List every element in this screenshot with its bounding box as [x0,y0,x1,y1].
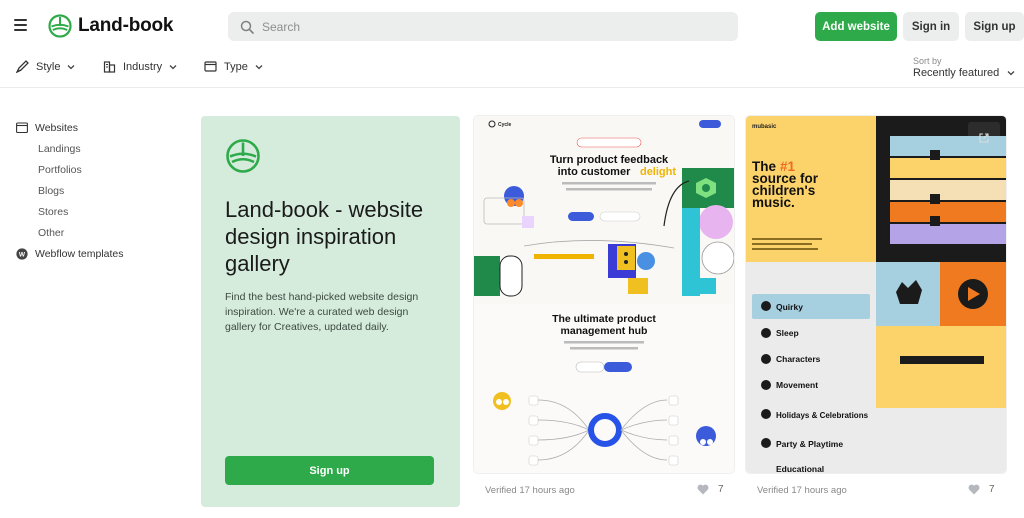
mubasic-brand: mubasic [752,124,777,130]
mubasic-preview: mubasic The #1 source for children's mus… [746,116,1006,473]
sidebar-item-other[interactable]: Other [38,227,64,239]
add-website-button[interactable]: Add website [815,12,897,41]
like-button[interactable]: 7 [697,484,724,495]
chevron-down-icon [68,64,75,69]
cycle-headline-2: into customer [558,166,631,178]
cycle-headline-1: Turn product feedback [550,154,669,166]
style-filter-label: Style [36,60,61,73]
sort-dropdown[interactable]: Sort by Recently featured [913,56,1015,79]
sidebar-item-webflow[interactable]: W Webflow templates [16,248,124,260]
like-button[interactable]: 7 [968,484,995,495]
land-book-logo-icon [48,14,72,38]
sidebar-item-landings[interactable]: Landings [38,143,81,155]
search-icon [240,20,254,34]
heart-icon [968,484,980,495]
buildings-icon [103,61,116,73]
sort-value-row: Recently featured [913,67,1015,79]
genre-movement: Movement [776,380,818,390]
sort-value: Recently featured [913,67,1000,79]
card-verified-time: Verified 17 hours ago [485,485,575,496]
genre-holidays: Holidays & Celebrations [776,411,869,420]
genre-quirky: Quirky [776,302,803,312]
sidebar-item-label: Websites [35,122,78,134]
top-header: Land-book Add website Sign in Sign up [0,0,1024,52]
webflow-icon: W [16,248,28,260]
genre-party: Party & Playtime [776,439,843,449]
website-card-mubasic[interactable]: mubasic The #1 source for children's mus… [746,116,1006,473]
sort-label: Sort by [913,56,942,66]
cycle-headline-accent: delight [640,166,676,178]
sign-in-button[interactable]: Sign in [903,12,959,41]
cycle-preview: Cycle Turn product feedback into custome… [474,116,734,473]
like-count: 7 [989,484,995,495]
style-filter[interactable]: Style [16,60,75,73]
land-book-logo-icon [226,139,260,173]
sidebar-item-blogs[interactable]: Blogs [38,185,64,197]
search-input[interactable] [262,19,702,34]
card-verified-time: Verified 17 hours ago [757,485,847,496]
logo-text: Land-book [78,15,174,36]
window-icon [204,61,217,72]
hero-sign-up-button[interactable]: Sign up [225,456,434,485]
logo[interactable]: Land-book [48,13,173,39]
like-count: 7 [718,484,724,495]
sign-up-button[interactable]: Sign up [965,12,1024,41]
cycle-brand: Cycle [498,122,512,128]
mubasic-headline-line4: music. [752,195,795,210]
genre-educational: Educational [776,464,824,473]
type-filter-label: Type [224,60,248,73]
svg-text:W: W [19,251,26,258]
filter-bar: Style Industry Type Sort by Recently fea… [0,52,1024,88]
type-filter[interactable]: Type [204,60,263,73]
sidebar-item-portfolios[interactable]: Portfolios [38,164,82,176]
cycle-section-title-1: The ultimate product [552,313,656,325]
industry-filter-label: Industry [123,60,163,73]
genre-characters: Characters [776,354,821,364]
hero-description: Find the best hand-picked website design… [225,291,419,333]
hero-card: Land-book - website design inspiration g… [201,116,460,507]
hero-title: Land-book - website design inspiration g… [225,197,424,276]
cycle-section-title-2: management hub [561,325,648,337]
genre-sleep: Sleep [776,328,799,338]
sidebar-item-websites[interactable]: Websites [16,122,78,134]
website-card-cycle[interactable]: Cycle Turn product feedback into custome… [474,116,734,473]
external-link-icon[interactable] [978,132,990,144]
chevron-down-icon [255,64,263,69]
sidebar-item-stores[interactable]: Stores [38,206,68,218]
sidebar-item-label: Webflow templates [35,248,124,260]
chevron-down-icon [1007,71,1015,76]
menu-icon[interactable] [14,19,27,31]
browser-icon [16,122,28,134]
heart-icon [697,484,709,495]
industry-filter[interactable]: Industry [103,60,177,73]
brush-icon [16,60,29,73]
chevron-down-icon [169,64,177,69]
search-bar[interactable] [228,12,738,41]
